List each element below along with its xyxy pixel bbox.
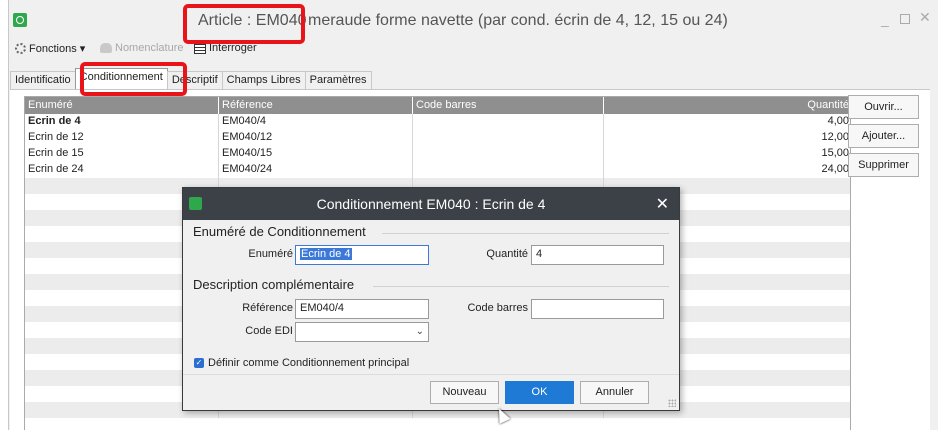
tab-parametres[interactable]: Paramètres bbox=[304, 71, 372, 89]
grid-header: Enuméré Référence Code barres Quantité bbox=[25, 97, 850, 114]
principal-checkbox-label: Définir comme Conditionnement principal bbox=[208, 357, 410, 369]
cell-reference: EM040/12 bbox=[219, 130, 413, 146]
cell-reference: EM040/24 bbox=[219, 162, 413, 178]
cell-code-barres bbox=[413, 162, 604, 178]
nomenclature-button[interactable]: Nomenclature bbox=[100, 42, 183, 54]
cell-quantite: 24,00 bbox=[821, 163, 849, 175]
cell-enumere: Ecrin de 4 bbox=[25, 114, 219, 130]
maximize-button[interactable] bbox=[900, 14, 910, 24]
tab-bar: Identificatio Conditionnement Descriptif… bbox=[10, 68, 372, 89]
highlight-title-annotation bbox=[183, 4, 305, 44]
cell-quantite: 12,00 bbox=[821, 131, 849, 143]
cell-code-barres bbox=[413, 130, 604, 146]
section-divider bbox=[373, 286, 669, 287]
reference-field[interactable]: EM040/4 bbox=[295, 299, 429, 319]
enumere-value: Ecrin de 4 bbox=[300, 248, 352, 260]
table-row[interactable]: Ecrin de 12 EM040/12 12,00 bbox=[25, 130, 850, 146]
app-logo-icon bbox=[13, 13, 27, 27]
section-description: Description complémentaire bbox=[193, 277, 355, 292]
new-button[interactable]: Nouveau bbox=[430, 381, 499, 404]
column-header-reference[interactable]: Référence bbox=[219, 97, 413, 114]
tab-identification[interactable]: Identificatio bbox=[10, 71, 76, 89]
quantite-field[interactable]: 4 bbox=[531, 245, 664, 265]
cell-enumere: Ecrin de 24 bbox=[25, 162, 219, 178]
resize-grip-icon[interactable] bbox=[668, 399, 676, 407]
section-enumere: Enuméré de Conditionnement bbox=[193, 224, 366, 239]
cell-reference: EM040/4 bbox=[219, 114, 413, 130]
functions-menu[interactable]: Fonctions ▾ bbox=[15, 42, 85, 55]
cell-quantite: 4,00 bbox=[827, 115, 849, 127]
dialog-footer: Nouveau OK Annuler bbox=[183, 374, 679, 410]
open-button[interactable]: Ouvrir... bbox=[848, 95, 919, 119]
close-window-button[interactable]: ✕ bbox=[919, 9, 931, 26]
code-edi-select[interactable]: ⌄ bbox=[295, 322, 429, 342]
chevron-down-icon: ⌄ bbox=[415, 326, 424, 337]
cell-enumere: Ecrin de 15 bbox=[25, 146, 219, 162]
code-barres-label: Code barres bbox=[467, 302, 528, 314]
code-barres-field[interactable] bbox=[531, 299, 664, 319]
highlight-tab-annotation bbox=[80, 62, 187, 96]
column-header-code-barres[interactable]: Code barres bbox=[413, 97, 604, 114]
grid-icon bbox=[194, 42, 206, 54]
delete-button[interactable]: Supprimer bbox=[848, 153, 919, 177]
article-title-description: meraude forme navette (par cond. écrin d… bbox=[308, 12, 728, 29]
section-divider bbox=[382, 233, 669, 234]
cell-enumere: Ecrin de 12 bbox=[25, 130, 219, 146]
column-header-quantite[interactable]: Quantité bbox=[604, 97, 850, 114]
cell-quantite: 15,00 bbox=[821, 147, 849, 159]
table-row[interactable]: Ecrin de 15 EM040/15 15,00 bbox=[25, 146, 850, 162]
add-button[interactable]: Ajouter... bbox=[848, 124, 919, 148]
column-header-enumere[interactable]: Enuméré bbox=[25, 97, 219, 114]
cell-reference: EM040/15 bbox=[219, 146, 413, 162]
dialog-close-button[interactable]: ✕ bbox=[656, 194, 669, 214]
cell-code-barres bbox=[413, 114, 604, 130]
gear-icon bbox=[15, 43, 26, 54]
principal-checkbox-row[interactable]: ✓ Définir comme Conditionnement principa… bbox=[194, 357, 409, 369]
title-bar: Article : EM040 meraude forme navette (p… bbox=[9, 0, 938, 40]
dialog-title: Conditionnement EM040 : Ecrin de 4 bbox=[316, 196, 546, 212]
dialog-title-bar: Conditionnement EM040 : Ecrin de 4 ✕ bbox=[183, 188, 679, 220]
conditionnement-dialog: Conditionnement EM040 : Ecrin de 4 ✕ Enu… bbox=[182, 187, 680, 411]
checkbox-checked-icon[interactable]: ✓ bbox=[194, 358, 204, 368]
cell-code-barres bbox=[413, 146, 604, 162]
table-row[interactable]: Ecrin de 24 EM040/24 24,00 bbox=[25, 162, 850, 178]
quantite-label: Quantité bbox=[486, 248, 528, 260]
code-edi-label: Code EDI bbox=[245, 325, 293, 337]
reference-label: Référence bbox=[242, 302, 293, 314]
tab-champs-libres[interactable]: Champs Libres bbox=[221, 71, 306, 89]
nomenclature-label: Nomenclature bbox=[115, 42, 184, 54]
minimize-button[interactable]: _ bbox=[881, 11, 889, 27]
cancel-button[interactable]: Annuler bbox=[580, 381, 649, 404]
users-icon bbox=[100, 43, 112, 53]
functions-label: Fonctions ▾ bbox=[29, 43, 86, 55]
toolbar: Fonctions ▾ Nomenclature Interroger bbox=[9, 38, 938, 60]
enumere-label: Enuméré bbox=[248, 248, 293, 260]
enumere-field[interactable]: Ecrin de 4 bbox=[295, 245, 429, 265]
table-row[interactable]: Ecrin de 4 EM040/4 4,00 bbox=[25, 114, 850, 130]
ok-button[interactable]: OK bbox=[505, 381, 574, 404]
